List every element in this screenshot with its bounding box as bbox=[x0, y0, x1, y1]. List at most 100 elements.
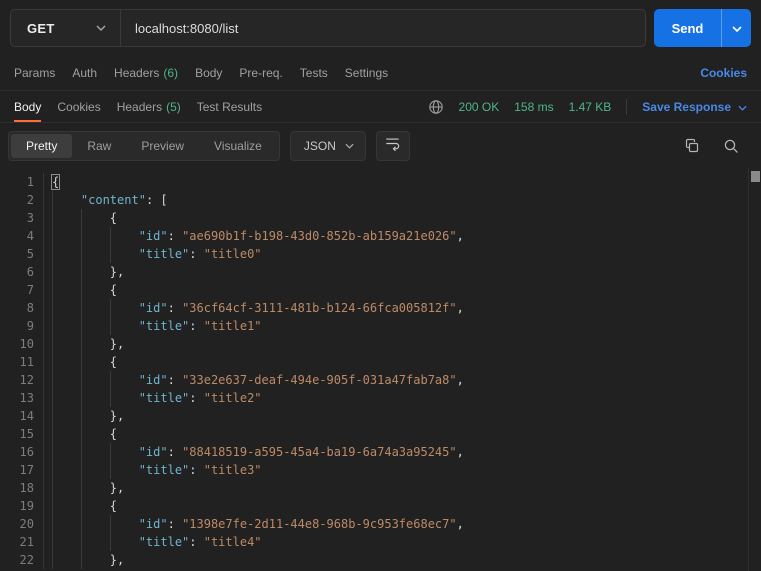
code-editor[interactable]: 1{2 "content": [3 {4 "id": "ae690b1f-b19… bbox=[0, 168, 761, 571]
code-line: 6 }, bbox=[0, 263, 761, 281]
language-dropdown[interactable]: JSON bbox=[290, 131, 366, 161]
indent-guide bbox=[110, 299, 111, 317]
indent-guide bbox=[81, 227, 82, 245]
code-line-text: }, bbox=[44, 263, 761, 281]
request-tab-params[interactable]: Params bbox=[14, 56, 55, 90]
code-line-text: { bbox=[44, 173, 761, 191]
code-line-text: { bbox=[44, 281, 761, 299]
code-line: 22 }, bbox=[0, 551, 761, 569]
code-line-text: "title": "title1" bbox=[44, 317, 761, 335]
chevron-down-icon bbox=[732, 19, 742, 37]
view-mode-pretty[interactable]: Pretty bbox=[11, 134, 72, 158]
tab-label: Body bbox=[14, 100, 41, 114]
save-response-button[interactable]: Save Response bbox=[642, 100, 747, 114]
code-line: 14 }, bbox=[0, 407, 761, 425]
indent-guide bbox=[52, 407, 53, 425]
indent-guide bbox=[52, 533, 53, 551]
code-line: 7 { bbox=[0, 281, 761, 299]
response-tab-body[interactable]: Body bbox=[14, 91, 41, 122]
cookies-link[interactable]: Cookies bbox=[700, 66, 747, 80]
request-tabs: Params Auth Headers(6) Body Pre-req. Tests Set… bbox=[14, 56, 388, 90]
request-tab-headers[interactable]: Headers(6) bbox=[114, 56, 178, 90]
indent-guide bbox=[52, 515, 53, 533]
view-mode-visualize[interactable]: Visualize bbox=[199, 134, 277, 158]
indent-guide bbox=[81, 209, 82, 227]
code-line-text: "title": "title2" bbox=[44, 389, 761, 407]
indent-guide bbox=[81, 443, 82, 461]
request-tab-body[interactable]: Body bbox=[195, 56, 222, 90]
request-tab-tests[interactable]: Tests bbox=[300, 56, 328, 90]
indent-guide bbox=[81, 551, 82, 569]
request-url-bar: GET localhost:8080/list Send bbox=[0, 0, 761, 56]
line-number: 7 bbox=[0, 281, 44, 299]
request-tab-settings[interactable]: Settings bbox=[345, 56, 388, 90]
status-badge: 200 OK bbox=[459, 100, 500, 114]
indent-guide bbox=[52, 371, 53, 389]
scrollbar[interactable] bbox=[748, 168, 761, 571]
wrap-text-button[interactable] bbox=[376, 131, 410, 161]
view-mode-preview[interactable]: Preview bbox=[126, 134, 199, 158]
indent-guide bbox=[110, 317, 111, 335]
indent-guide bbox=[52, 551, 53, 569]
tab-count-badge: (6) bbox=[163, 66, 178, 80]
api-client-window: GET localhost:8080/list Send Params Auth H… bbox=[0, 0, 761, 571]
code-line-text: "content": [ bbox=[44, 191, 761, 209]
tab-label: Tests bbox=[300, 66, 328, 80]
request-tabs-row: Params Auth Headers(6) Body Pre-req. Tests Set… bbox=[0, 56, 761, 91]
code-line-text: }, bbox=[44, 407, 761, 425]
line-number: 21 bbox=[0, 533, 44, 551]
line-number: 2 bbox=[0, 191, 44, 209]
indent-guide bbox=[52, 479, 53, 497]
line-number: 22 bbox=[0, 551, 44, 569]
code-line: 9 "title": "title1" bbox=[0, 317, 761, 335]
code-line-text: "id": "88418519-a595-45a4-ba19-6a74a3a95… bbox=[44, 443, 761, 461]
view-mode-switch: PrettyRawPreviewVisualize bbox=[8, 131, 280, 161]
line-number: 11 bbox=[0, 353, 44, 371]
line-number: 10 bbox=[0, 335, 44, 353]
indent-guide bbox=[52, 317, 53, 335]
request-tab-pre-req-[interactable]: Pre-req. bbox=[239, 56, 282, 90]
response-status-meta: 200 OK 158 ms 1.47 KB Save Response bbox=[428, 99, 747, 115]
code-line: 11 { bbox=[0, 353, 761, 371]
toolbar-actions bbox=[684, 138, 739, 154]
copy-button[interactable] bbox=[684, 138, 700, 154]
code-line: 17 "title": "title3" bbox=[0, 461, 761, 479]
code-line-text: "id": "ae690b1f-b198-43d0-852b-ab159a21e… bbox=[44, 227, 761, 245]
line-number: 19 bbox=[0, 497, 44, 515]
chevron-down-icon bbox=[738, 100, 747, 114]
indent-guide bbox=[110, 227, 111, 245]
indent-guide bbox=[52, 461, 53, 479]
url-input[interactable]: localhost:8080/list bbox=[121, 10, 645, 46]
indent-guide bbox=[52, 389, 53, 407]
method-selector[interactable]: GET bbox=[11, 10, 121, 46]
globe-icon[interactable] bbox=[428, 99, 444, 115]
line-number: 1 bbox=[0, 173, 44, 191]
scrollbar-thumb[interactable] bbox=[751, 171, 760, 182]
code-line: 5 "title": "title0" bbox=[0, 245, 761, 263]
tab-label: Auth bbox=[72, 66, 97, 80]
code-lines: 1{2 "content": [3 {4 "id": "ae690b1f-b19… bbox=[0, 173, 761, 569]
tab-label: Cookies bbox=[57, 100, 100, 114]
response-tab-test-results[interactable]: Test Results bbox=[197, 91, 262, 122]
send-options-button[interactable] bbox=[721, 9, 751, 47]
line-number: 15 bbox=[0, 425, 44, 443]
indent-guide bbox=[52, 209, 53, 227]
indent-guide bbox=[81, 497, 82, 515]
send-button[interactable]: Send bbox=[654, 9, 751, 47]
indent-guide bbox=[110, 245, 111, 263]
indent-guide bbox=[110, 515, 111, 533]
search-button[interactable] bbox=[723, 138, 739, 154]
line-number: 16 bbox=[0, 443, 44, 461]
tab-label: Settings bbox=[345, 66, 388, 80]
indent-guide bbox=[52, 191, 53, 209]
code-line-text: "id": "36cf64cf-3111-481b-b124-66fca0058… bbox=[44, 299, 761, 317]
code-line: 21 "title": "title4" bbox=[0, 533, 761, 551]
view-mode-raw[interactable]: Raw bbox=[72, 134, 126, 158]
response-tab-cookies[interactable]: Cookies bbox=[57, 91, 100, 122]
line-number: 3 bbox=[0, 209, 44, 227]
response-tab-headers[interactable]: Headers(5) bbox=[117, 91, 181, 122]
request-tab-auth[interactable]: Auth bbox=[72, 56, 97, 90]
code-line-text: "title": "title4" bbox=[44, 533, 761, 551]
indent-guide bbox=[81, 281, 82, 299]
indent-guide bbox=[52, 353, 53, 371]
